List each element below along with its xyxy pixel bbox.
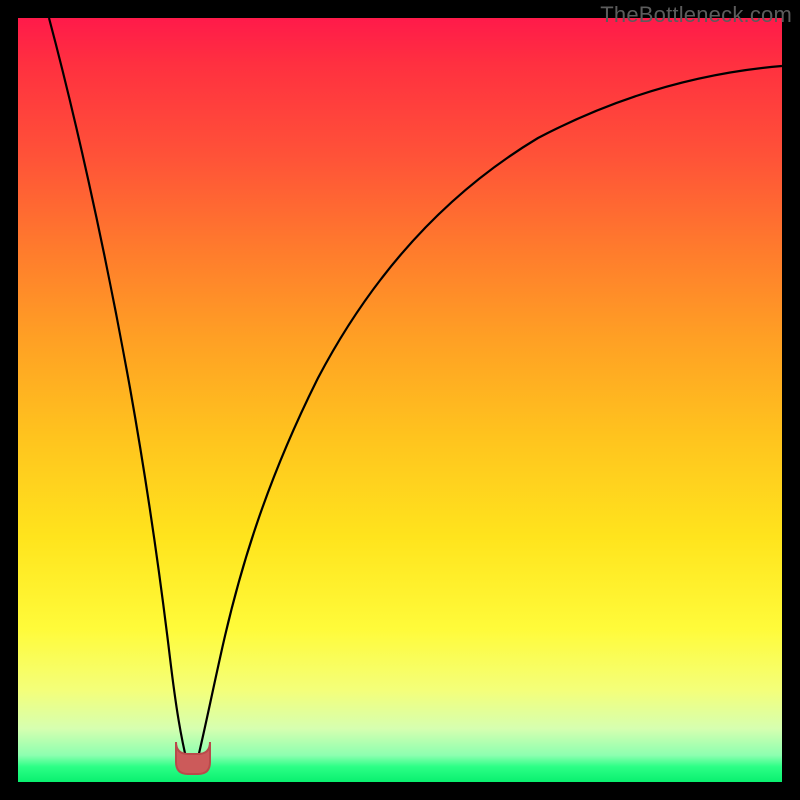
- watermark-text: TheBottleneck.com: [600, 2, 792, 28]
- chart-frame: TheBottleneck.com: [0, 0, 800, 800]
- min-marker: [176, 742, 210, 774]
- plot-area: [18, 18, 782, 782]
- bottleneck-curve: [49, 18, 782, 766]
- curve-layer: [18, 18, 782, 782]
